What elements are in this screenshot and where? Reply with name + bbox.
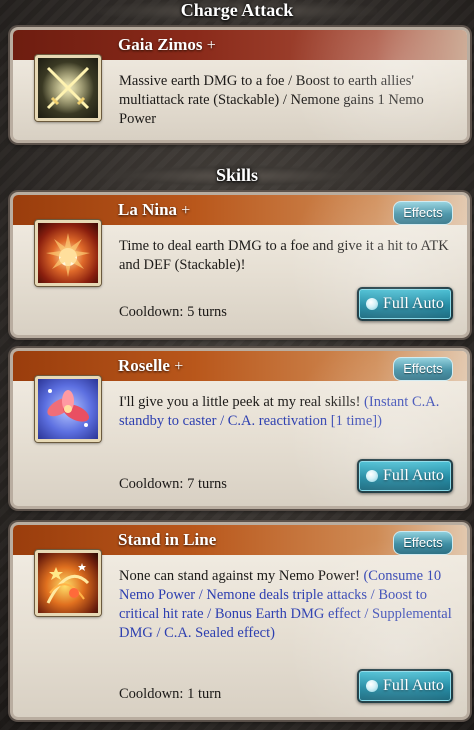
crossed-swords-icon (35, 55, 101, 121)
explosion-icon (35, 220, 101, 286)
upgrade-plus: + (174, 358, 184, 375)
skill-name: Roselle (118, 356, 170, 375)
skill-cooldown: Cooldown: 1 turn (119, 686, 222, 702)
sparkle-burst-icon (35, 550, 101, 616)
charge-attack-description: Massive earth DMG to a foe / Boost to ea… (119, 73, 424, 127)
toggle-dot-icon (366, 680, 378, 692)
skill-description: Time to deal earth DMG to a foe and give… (119, 238, 449, 273)
skill-cooldown: Cooldown: 5 turns (119, 304, 227, 320)
effects-button[interactable]: Effects (393, 531, 453, 555)
rose-icon (35, 376, 101, 442)
charge-attack-name: Gaia Zimos (118, 35, 203, 54)
skill-name: La Nina (118, 200, 178, 219)
upgrade-plus: + (181, 202, 191, 219)
skill-card-stand-in-line: Stand in Line Effects None can stand aga… (10, 522, 470, 720)
skills-header: Skills (0, 165, 474, 187)
full-auto-button[interactable]: Full Auto (357, 287, 453, 321)
toggle-dot-icon (366, 298, 378, 310)
skill-cooldown: Cooldown: 7 turns (119, 476, 227, 492)
charge-attack-header: Charge Attack (0, 0, 474, 22)
skill-description: None can stand against my Nemo Power! (C… (119, 568, 452, 641)
charge-attack-card: Gaia Zimos + Massive earth DMG to a foe … (10, 27, 470, 143)
upgrade-plus: + (206, 37, 216, 54)
full-auto-button[interactable]: Full Auto (357, 459, 453, 493)
skill-name: Stand in Line (118, 530, 217, 549)
skill-card-la-nina: La Nina + Effects Time to deal earth DMG… (10, 192, 470, 338)
effects-button[interactable]: Effects (393, 201, 453, 225)
full-auto-button[interactable]: Full Auto (357, 669, 453, 703)
toggle-dot-icon (366, 470, 378, 482)
skill-description: I'll give you a little peek at my real s… (119, 394, 440, 429)
skill-card-roselle: Roselle + Effects I'll give you a little… (10, 348, 470, 509)
effects-button[interactable]: Effects (393, 357, 453, 381)
